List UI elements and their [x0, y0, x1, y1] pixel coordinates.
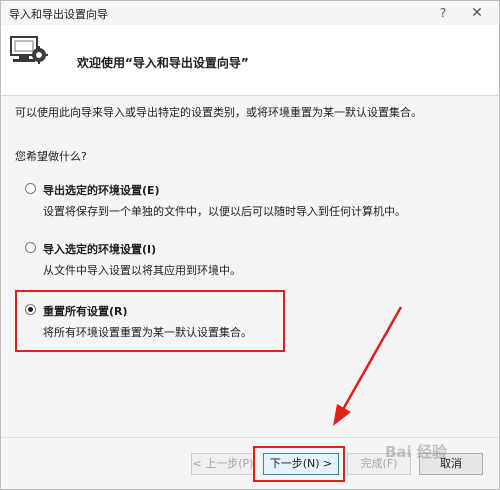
watermark: Bai 经验 — [385, 443, 447, 461]
footer-divider — [1, 437, 499, 438]
option-export-description: 设置将保存到一个单独的文件中，以便以后可以随时导入到任何计算机中。 — [43, 205, 406, 218]
computer-settings-icon — [10, 36, 48, 64]
option-import-description: 从文件中导入设置以将其应用到环境中。 — [43, 264, 241, 277]
wizard-dialog: 导入和导出设置向导 ? ✕ 欢迎使用“导入和导出设置向导” 可以使用此向导来导入… — [0, 0, 500, 490]
wizard-header: 欢迎使用“导入和导出设置向导” — [1, 25, 499, 96]
option-export-label[interactable]: 导出选定的环境设置(E) — [43, 182, 160, 198]
option-import-label[interactable]: 导入选定的环境设置(I) — [43, 241, 156, 257]
next-button-highlight — [253, 446, 345, 482]
reset-option-highlight — [15, 290, 285, 352]
radio-import[interactable] — [25, 242, 36, 253]
close-button[interactable]: ✕ — [467, 3, 487, 23]
red-arrow-annotation — [333, 306, 403, 426]
title-bar[interactable]: 导入和导出设置向导 ? ✕ — [1, 1, 499, 25]
back-button[interactable]: < 上一步(P) — [191, 453, 255, 475]
wizard-description: 可以使用此向导来导入或导出特定的设置类别，或将环境重置为某一默认设置集合。 — [15, 106, 422, 119]
radio-export[interactable] — [25, 183, 36, 194]
window-title: 导入和导出设置向导 — [9, 8, 108, 21]
help-button[interactable]: ? — [433, 3, 453, 23]
welcome-heading: 欢迎使用“导入和导出设置向导” — [77, 56, 249, 70]
question-label: 您希望做什么? — [15, 150, 87, 163]
